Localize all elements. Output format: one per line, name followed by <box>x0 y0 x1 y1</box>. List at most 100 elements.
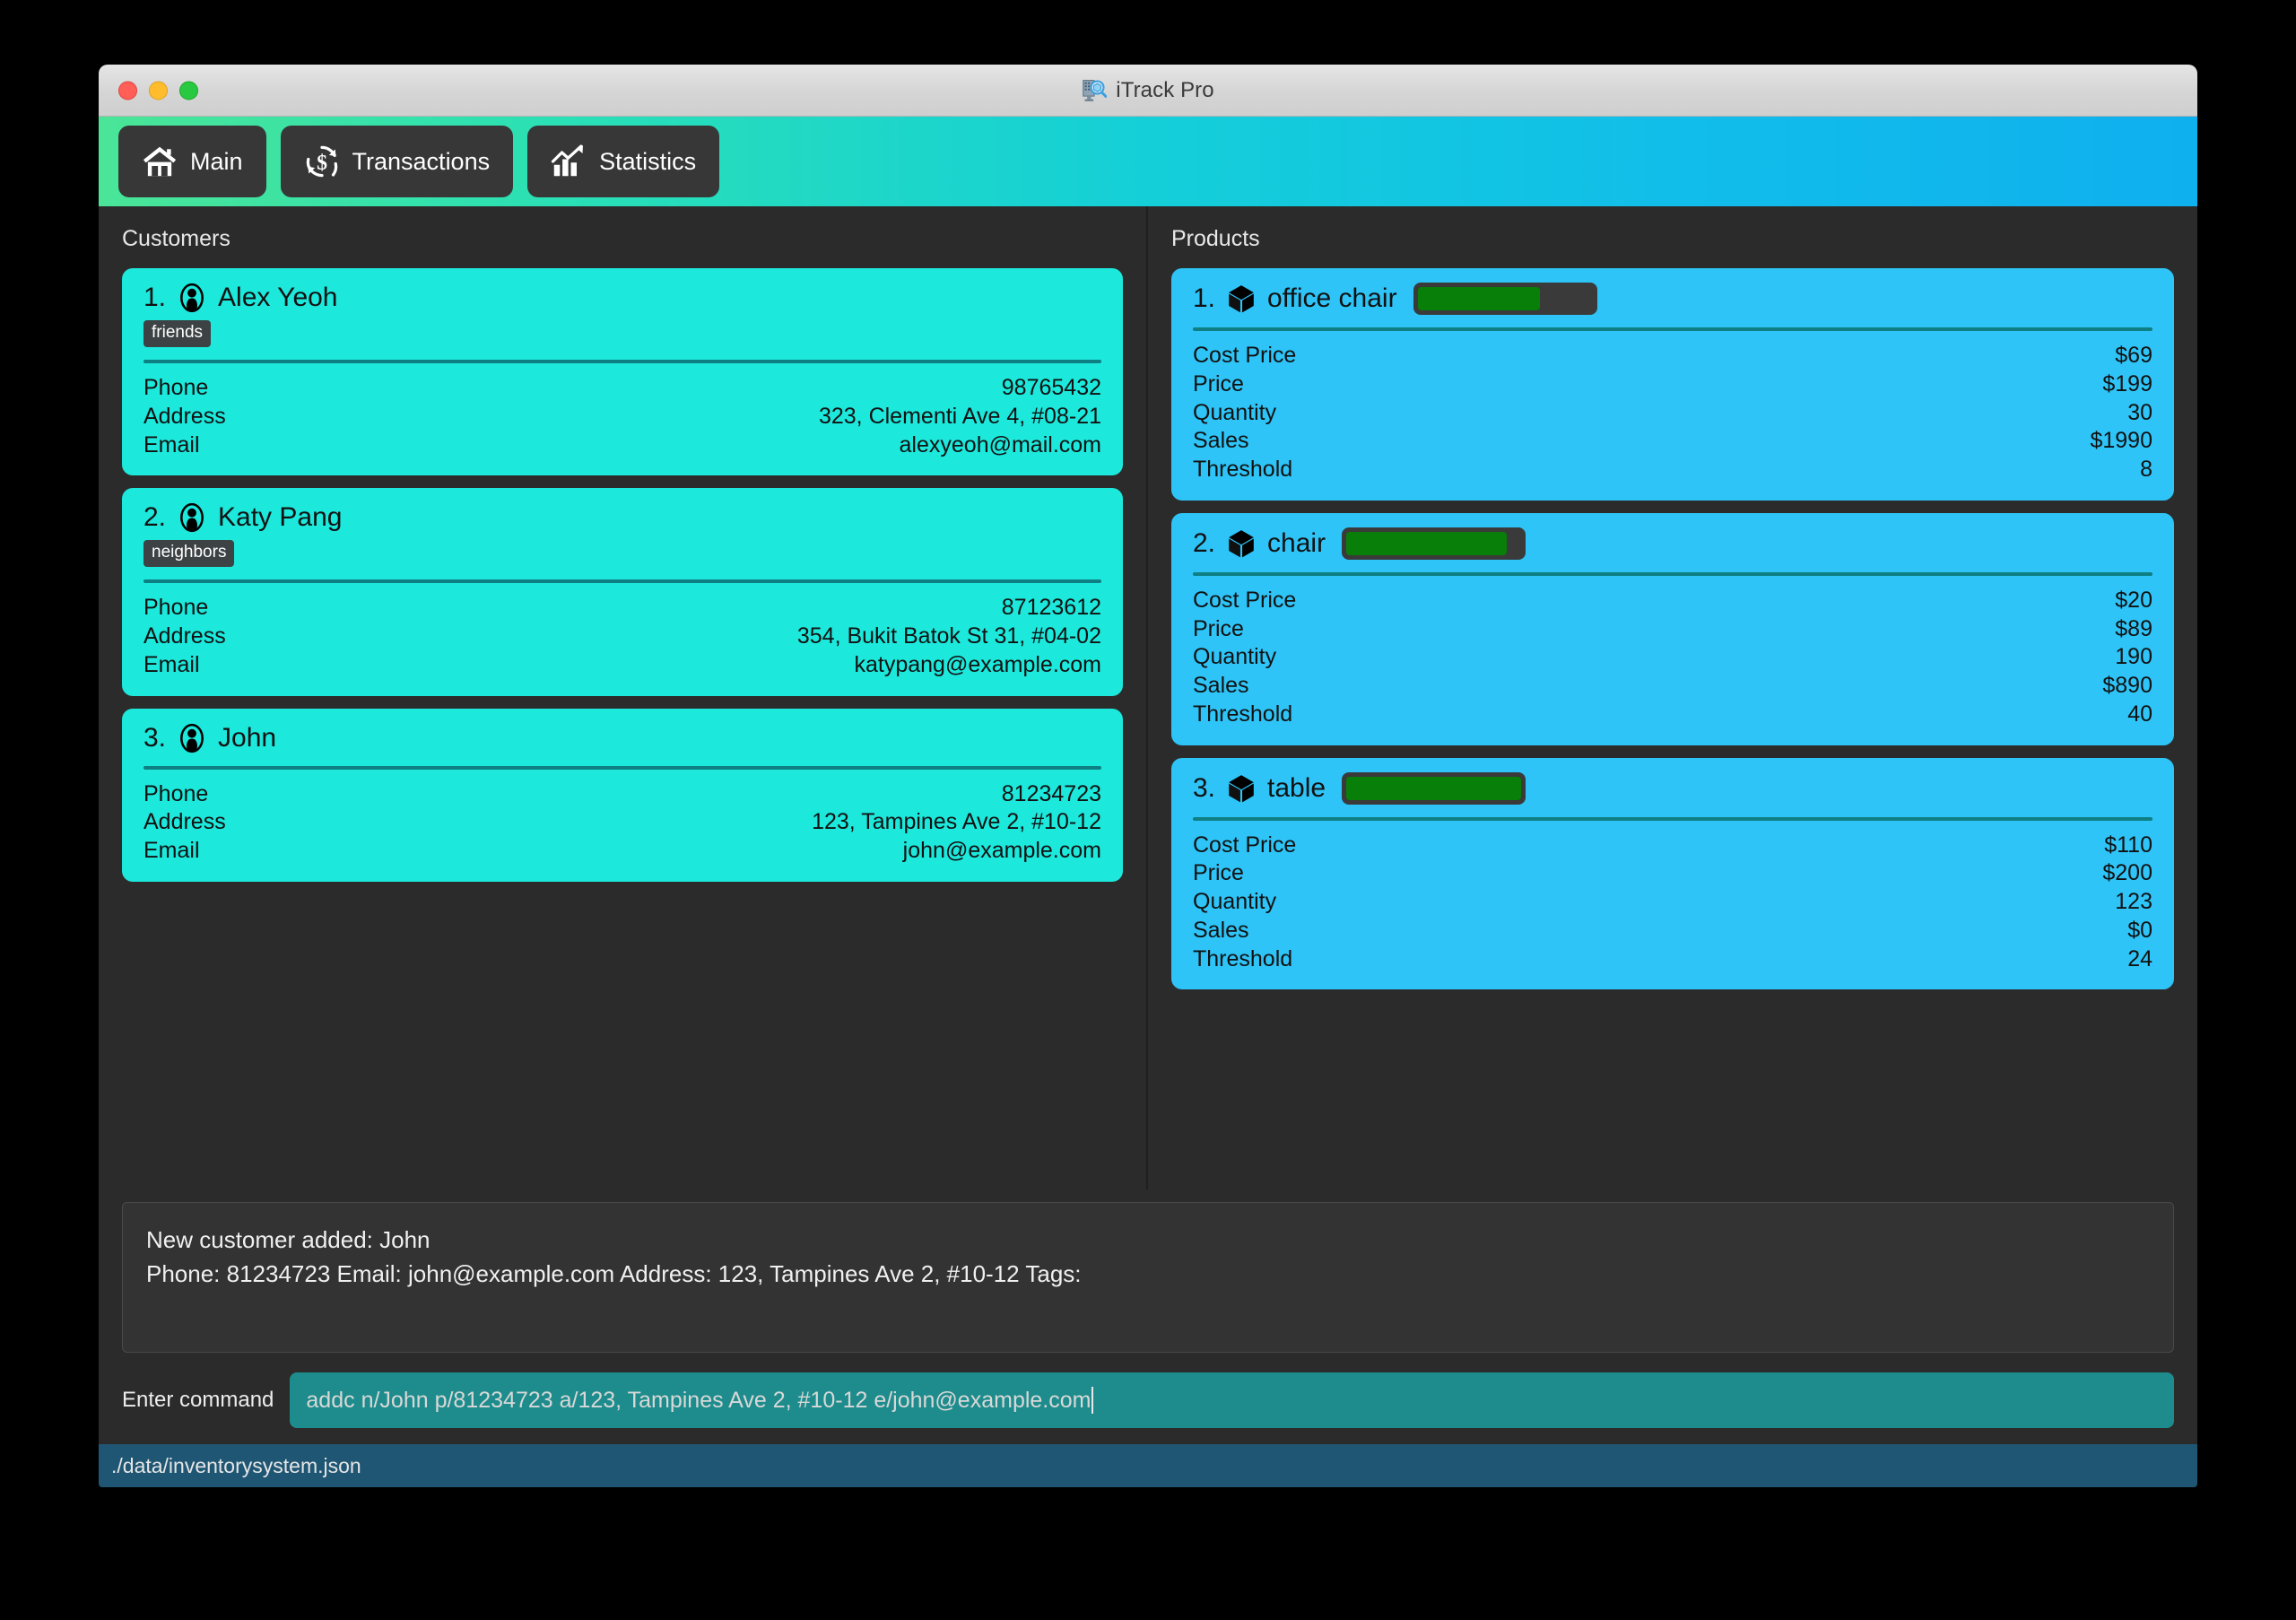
field-sales: Sales $890 <box>1193 672 2152 701</box>
field-label: Threshold <box>1193 457 1293 482</box>
bar-chart-arrow-icon <box>551 144 584 177</box>
field-value: $199 <box>2102 370 2152 396</box>
products-panel: Products 1. office chair Cost Price $69 Pric… <box>1148 206 2197 1189</box>
product-list: 1. office chair Cost Price $69 Price $199 Quan… <box>1171 268 2174 990</box>
field-value: 87123612 <box>1001 595 1101 621</box>
field-value: 190 <box>2115 644 2152 670</box>
field-value: 40 <box>2127 701 2152 727</box>
customer-card[interactable]: 3. John Phone 81234723 Address 123, Tampines … <box>122 708 1123 882</box>
window-controls <box>118 81 198 100</box>
main-content: Customers 1. Alex Yeoh friends Phone 9876543… <box>99 206 2197 1189</box>
close-button[interactable] <box>118 81 137 100</box>
card-divider <box>144 765 1101 770</box>
field-label: Quantity <box>1193 399 1277 425</box>
field-value: $0 <box>2127 917 2152 943</box>
tab-main[interactable]: Main <box>118 126 266 197</box>
product-index: 1. <box>1193 283 1216 313</box>
stock-level-bar <box>1342 527 1526 560</box>
field-value: 354, Bukit Batok St 31, #04-02 <box>796 623 1101 649</box>
field-email: Email alexyeoh@mail.com <box>144 431 1101 460</box>
customer-card[interactable]: 2. Katy Pang neighbors Phone 87123612 Address… <box>122 488 1123 696</box>
field-value: $20 <box>2115 587 2152 613</box>
field-price: Price $89 <box>1193 615 2152 644</box>
card-divider <box>1193 571 2152 576</box>
command-label: Enter command <box>122 1388 274 1412</box>
field-label: Quantity <box>1193 644 1277 670</box>
customer-list: 1. Alex Yeoh friends Phone 98765432 Address 32… <box>122 268 1123 882</box>
window-title-text: iTrack Pro <box>1116 77 1214 102</box>
field-value: $69 <box>2115 343 2152 368</box>
command-input[interactable]: addc n/John p/81234723 a/123, Tampines A… <box>290 1372 2174 1428</box>
stock-level-fill <box>1346 531 1508 555</box>
tag-badge: neighbors <box>144 540 235 568</box>
tab-statistics[interactable]: Statistics <box>527 126 720 197</box>
field-label: Sales <box>1193 917 1249 943</box>
field-quantity: Quantity 30 <box>1193 399 2152 428</box>
maximize-button[interactable] <box>179 81 198 100</box>
app-window: iTrack Pro Main $ Transactions Statistic… <box>99 65 2197 1487</box>
field-threshold: Threshold 40 <box>1193 701 2152 729</box>
customer-card[interactable]: 1. Alex Yeoh friends Phone 98765432 Address 32… <box>122 268 1123 476</box>
customer-name: Katy Pang <box>218 502 343 533</box>
card-divider <box>1193 816 2152 821</box>
card-divider <box>1193 327 2152 331</box>
card-divider <box>144 579 1101 584</box>
person-icon <box>180 283 204 313</box>
svg-text:$: $ <box>317 152 327 175</box>
field-label: Phone <box>144 780 209 806</box>
product-card[interactable]: 3. table Cost Price $110 Price $200 Quantity 12… <box>1171 757 2174 990</box>
field-cost-price: Cost Price $69 <box>1193 342 2152 370</box>
product-card-header: 3. table <box>1193 771 2152 805</box>
dollar-refresh-icon: $ <box>306 145 337 178</box>
home-icon <box>143 146 177 177</box>
field-label: Sales <box>1193 673 1249 698</box>
field-value: 24 <box>2127 945 2152 971</box>
field-value: 123 <box>2115 889 2152 914</box>
field-threshold: Threshold 24 <box>1193 945 2152 974</box>
status-bar: ./data/inventorysystem.json <box>99 1444 2197 1487</box>
customer-fields: Phone 98765432 Address 323, Clementi Ave 4,… <box>144 374 1101 459</box>
tab-transactions[interactable]: $ Transactions <box>280 126 514 197</box>
field-cost-price: Cost Price $20 <box>1193 587 2152 615</box>
tab-statistics-label: Statistics <box>599 147 697 175</box>
field-value: $890 <box>2102 673 2152 698</box>
tag-badge: friends <box>144 320 212 347</box>
field-label: Phone <box>144 375 209 400</box>
field-label: Address <box>144 623 226 649</box>
field-label: Sales <box>1193 428 1249 454</box>
product-card[interactable]: 2. chair Cost Price $20 Price $89 Quantity 190 S… <box>1171 512 2174 745</box>
product-card[interactable]: 1. office chair Cost Price $69 Price $199 Quan… <box>1171 268 2174 501</box>
field-label: Phone <box>144 595 209 621</box>
box-icon <box>1229 285 1254 313</box>
customers-panel: Customers 1. Alex Yeoh friends Phone 9876543… <box>99 206 1148 1189</box>
field-label: Address <box>144 809 226 835</box>
product-fields: Cost Price $69 Price $199 Quantity 30 Sales $19… <box>1193 342 2152 484</box>
stock-level-bar <box>1342 771 1526 805</box>
field-value: 323, Clementi Ave 4, #08-21 <box>818 403 1101 429</box>
field-label: Threshold <box>1193 945 1293 971</box>
customer-tags: friends <box>144 320 1101 347</box>
field-label: Cost Price <box>1193 832 1297 858</box>
product-index: 3. <box>1193 772 1216 803</box>
box-icon <box>1229 774 1254 802</box>
field-label: Cost Price <box>1193 343 1297 368</box>
field-value: alexyeoh@mail.com <box>899 431 1101 457</box>
result-line-2: Phone: 81234723 Email: john@example.com … <box>146 1260 1082 1288</box>
field-value: $110 <box>2104 832 2152 858</box>
product-card-header: 1. office chair <box>1193 283 2152 315</box>
title-bar: iTrack Pro <box>99 65 2197 117</box>
inventory-search-icon <box>1083 79 1108 101</box>
tab-transactions-label: Transactions <box>352 147 491 175</box>
field-sales: Sales $0 <box>1193 917 2152 945</box>
field-value: $200 <box>2102 860 2152 886</box>
product-fields: Cost Price $20 Price $89 Quantity 190 Sales $89… <box>1193 587 2152 729</box>
products-panel-title: Products <box>1171 226 1260 251</box>
field-value: john@example.com <box>902 838 1101 863</box>
field-value: 81234723 <box>1001 780 1101 806</box>
customer-tags: neighbors <box>144 540 1101 568</box>
customer-index: 1. <box>144 283 167 312</box>
customer-card-header: 3. John <box>144 723 1101 753</box>
field-label: Price <box>1193 860 1244 886</box>
minimize-button[interactable] <box>149 81 168 100</box>
product-index: 2. <box>1193 527 1216 558</box>
